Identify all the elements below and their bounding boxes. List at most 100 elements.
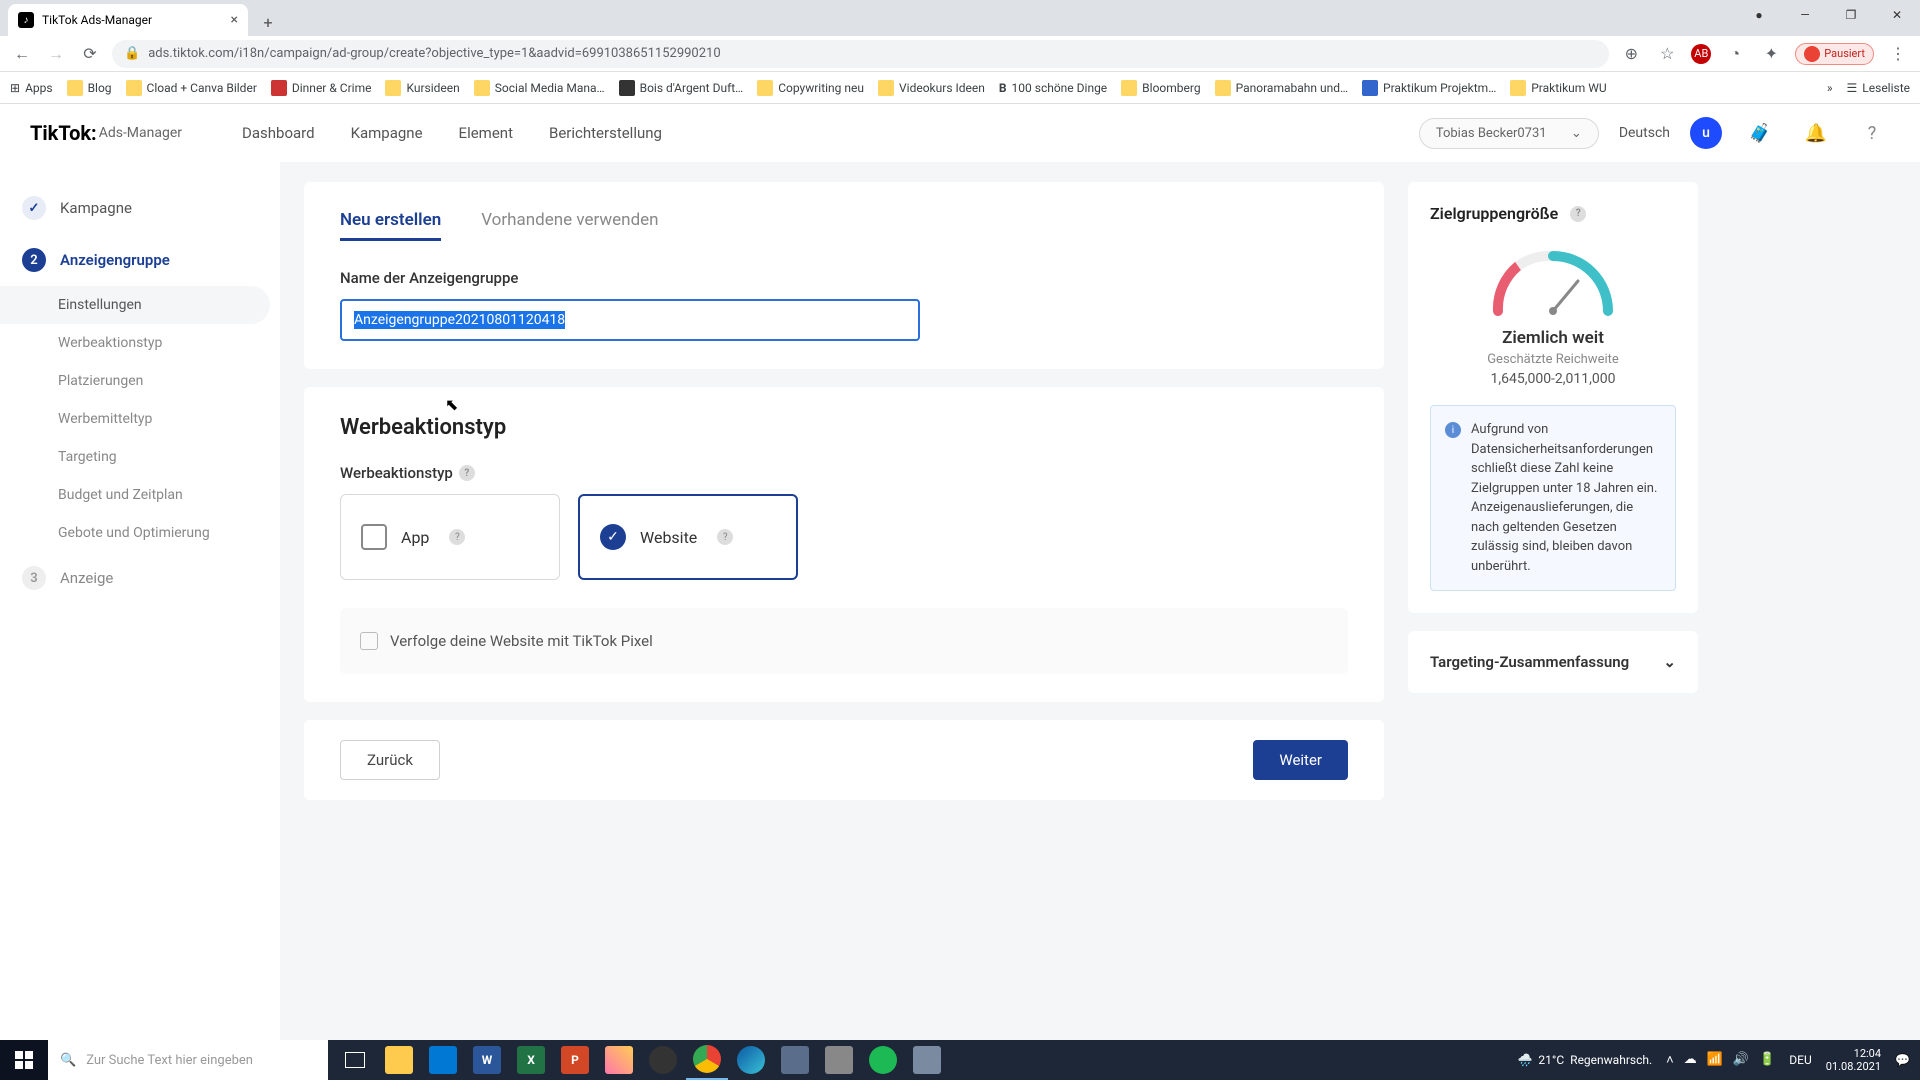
wifi-icon[interactable]: 📶 <box>1707 1052 1723 1068</box>
option-app[interactable]: App ? <box>340 494 560 580</box>
browser-tabs-bar: ♪ TikTok Ads-Manager × + ● — ❐ ✕ <box>0 0 1920 36</box>
tab-close-icon[interactable]: × <box>231 12 238 28</box>
maximize-button[interactable]: ❐ <box>1828 0 1874 30</box>
minimize-button[interactable]: — <box>1782 0 1828 30</box>
browser-tab[interactable]: ♪ TikTok Ads-Manager × <box>8 4 248 36</box>
bookmark-item[interactable]: Bloomberg <box>1121 80 1200 96</box>
tray-chevron-icon[interactable]: ˄ <box>1666 1052 1674 1068</box>
nav-reporting[interactable]: Berichterstellung <box>549 124 662 142</box>
volume-icon[interactable]: 🔊 <box>1733 1052 1749 1068</box>
bookmark-item[interactable]: Panoramabahn und… <box>1215 80 1348 96</box>
app-icon <box>361 524 387 550</box>
next-button[interactable]: Weiter <box>1253 740 1348 780</box>
system-tray[interactable]: ˄ ☁ 📶 🔊 🔋 <box>1666 1052 1775 1068</box>
start-button[interactable] <box>0 1040 48 1080</box>
bookmark-item[interactable]: Social Media Mana… <box>474 80 605 96</box>
powerpoint-icon[interactable]: P <box>554 1040 596 1080</box>
notifications-icon[interactable]: 🔔 <box>1798 115 1834 151</box>
substep-creative-type[interactable]: Werbemitteltyp <box>0 400 280 438</box>
bookmark-item[interactable]: Copywriting neu <box>757 80 864 96</box>
nav-dashboard[interactable]: Dashboard <box>242 124 315 142</box>
chrome-icon[interactable] <box>686 1040 728 1080</box>
bookmark-item[interactable]: Praktikum Projektm… <box>1362 80 1496 96</box>
nav-back-icon[interactable]: ← <box>10 42 34 66</box>
adgroup-name-input[interactable]: Anzeigengruppe20210801120418 <box>340 299 920 341</box>
task-view-icon[interactable] <box>334 1040 376 1080</box>
tab-title: TikTok Ads-Manager <box>42 13 152 27</box>
substep-bidding[interactable]: Gebote und Optimierung <box>0 514 280 552</box>
pixel-checkbox[interactable] <box>360 632 378 650</box>
bookmark-item[interactable]: Cload + Canva Bilder <box>126 80 257 96</box>
excel-icon[interactable]: X <box>510 1040 552 1080</box>
weather-widget[interactable]: 🌧️ 21°C Regenwahrsch. <box>1517 1053 1652 1067</box>
tiktok-logo[interactable]: TikTok: Ads-Manager <box>30 121 182 145</box>
step-adgroup[interactable]: 2 Anzeigengruppe <box>0 234 280 286</box>
word-icon[interactable]: W <box>466 1040 508 1080</box>
profile-paused-badge[interactable]: Pausiert <box>1795 43 1874 65</box>
chrome-account-icon[interactable]: ● <box>1736 0 1782 30</box>
mail-icon[interactable] <box>422 1040 464 1080</box>
obs-icon[interactable] <box>642 1040 684 1080</box>
help-tooltip-icon[interactable]: ? <box>449 529 465 545</box>
business-center-icon[interactable]: 🧳 <box>1742 115 1778 151</box>
nav-element[interactable]: Element <box>459 124 513 142</box>
keyboard-lang[interactable]: DEU <box>1789 1053 1811 1067</box>
back-button[interactable]: Zurück <box>340 740 440 780</box>
bookmark-item[interactable]: Praktikum WU <box>1510 80 1606 96</box>
account-selector[interactable]: Tobias Becker0731 ⌄ <box>1419 118 1599 149</box>
bookmark-item[interactable]: Bois d'Argent Duft… <box>619 80 744 96</box>
extensions-puzzle-icon[interactable]: ✦ <box>1759 42 1783 66</box>
chrome-menu-icon[interactable]: ⋮ <box>1886 42 1910 66</box>
nav-campaign[interactable]: Kampagne <box>351 124 423 142</box>
help-icon[interactable]: ? <box>1854 115 1890 151</box>
file-explorer-icon[interactable] <box>378 1040 420 1080</box>
help-tooltip-icon[interactable]: ? <box>459 465 475 481</box>
reading-list-button[interactable]: ☰Leseliste <box>1847 81 1910 95</box>
user-avatar[interactable]: u <box>1690 117 1722 149</box>
option-website[interactable]: ✓ Website ? <box>578 494 798 580</box>
step-campaign[interactable]: ✓ Kampagne <box>0 182 280 234</box>
new-tab-button[interactable]: + <box>254 8 282 36</box>
url-input[interactable]: 🔒 ads.tiktok.com/i18n/campaign/ad-group/… <box>112 40 1609 68</box>
substep-settings[interactable]: Einstellungen <box>0 286 270 324</box>
help-tooltip-icon[interactable]: ? <box>717 529 733 545</box>
ext-gray-icon[interactable]: ◔ <box>1723 42 1747 66</box>
app-icon[interactable] <box>598 1040 640 1080</box>
zoom-icon[interactable]: ⊕ <box>1619 42 1643 66</box>
bookmark-item[interactable]: Videokurs Ideen <box>878 80 985 96</box>
nav-forward-icon[interactable]: → <box>44 42 68 66</box>
bookmark-item[interactable]: Kursideen <box>385 80 459 96</box>
bookmark-apps[interactable]: ⊞Apps <box>10 81 53 95</box>
bookmark-item[interactable]: Blog <box>67 80 112 96</box>
language-label[interactable]: Deutsch <box>1619 125 1670 141</box>
spotify-icon[interactable] <box>862 1040 904 1080</box>
bookmark-item[interactable]: B100 schöne Dinge <box>999 81 1107 95</box>
bookmark-star-icon[interactable]: ☆ <box>1655 42 1679 66</box>
folder-icon <box>1362 80 1378 96</box>
help-tooltip-icon[interactable]: ? <box>1570 206 1586 222</box>
edge-icon[interactable] <box>730 1040 772 1080</box>
substep-placements[interactable]: Platzierungen <box>0 362 280 400</box>
app-icon[interactable] <box>906 1040 948 1080</box>
taskbar-search[interactable]: 🔍 Zur Suche Text hier eingeben <box>48 1040 328 1080</box>
folder-icon <box>67 80 83 96</box>
bookmark-item[interactable]: Dinner & Crime <box>271 80 372 96</box>
battery-icon[interactable]: 🔋 <box>1759 1052 1775 1068</box>
adblock-icon[interactable]: AB <box>1691 44 1711 64</box>
app-icon[interactable] <box>818 1040 860 1080</box>
substep-targeting[interactable]: Targeting <box>0 438 280 476</box>
app-icon[interactable] <box>774 1040 816 1080</box>
tab-new-create[interactable]: Neu erstellen <box>340 210 441 241</box>
taskbar-clock[interactable]: 12:04 01.08.2021 <box>1826 1047 1881 1073</box>
nav-reload-icon[interactable]: ⟳ <box>78 42 102 66</box>
close-window-button[interactable]: ✕ <box>1874 0 1920 30</box>
substep-budget[interactable]: Budget und Zeitplan <box>0 476 280 514</box>
onedrive-icon[interactable]: ☁ <box>1684 1052 1697 1068</box>
substep-promotype[interactable]: Werbeaktionstyp <box>0 324 280 362</box>
notifications-tray-icon[interactable]: 💬 <box>1895 1053 1910 1067</box>
tab-use-existing[interactable]: Vorhandene verwenden <box>481 210 658 241</box>
step-ad[interactable]: 3 Anzeige <box>0 552 280 604</box>
targeting-summary-toggle[interactable]: Targeting-Zusammenfassung ⌄ <box>1430 653 1676 671</box>
bookmarks-more-icon[interactable]: » <box>1827 81 1833 95</box>
targeting-summary-card[interactable]: Targeting-Zusammenfassung ⌄ <box>1408 631 1698 693</box>
